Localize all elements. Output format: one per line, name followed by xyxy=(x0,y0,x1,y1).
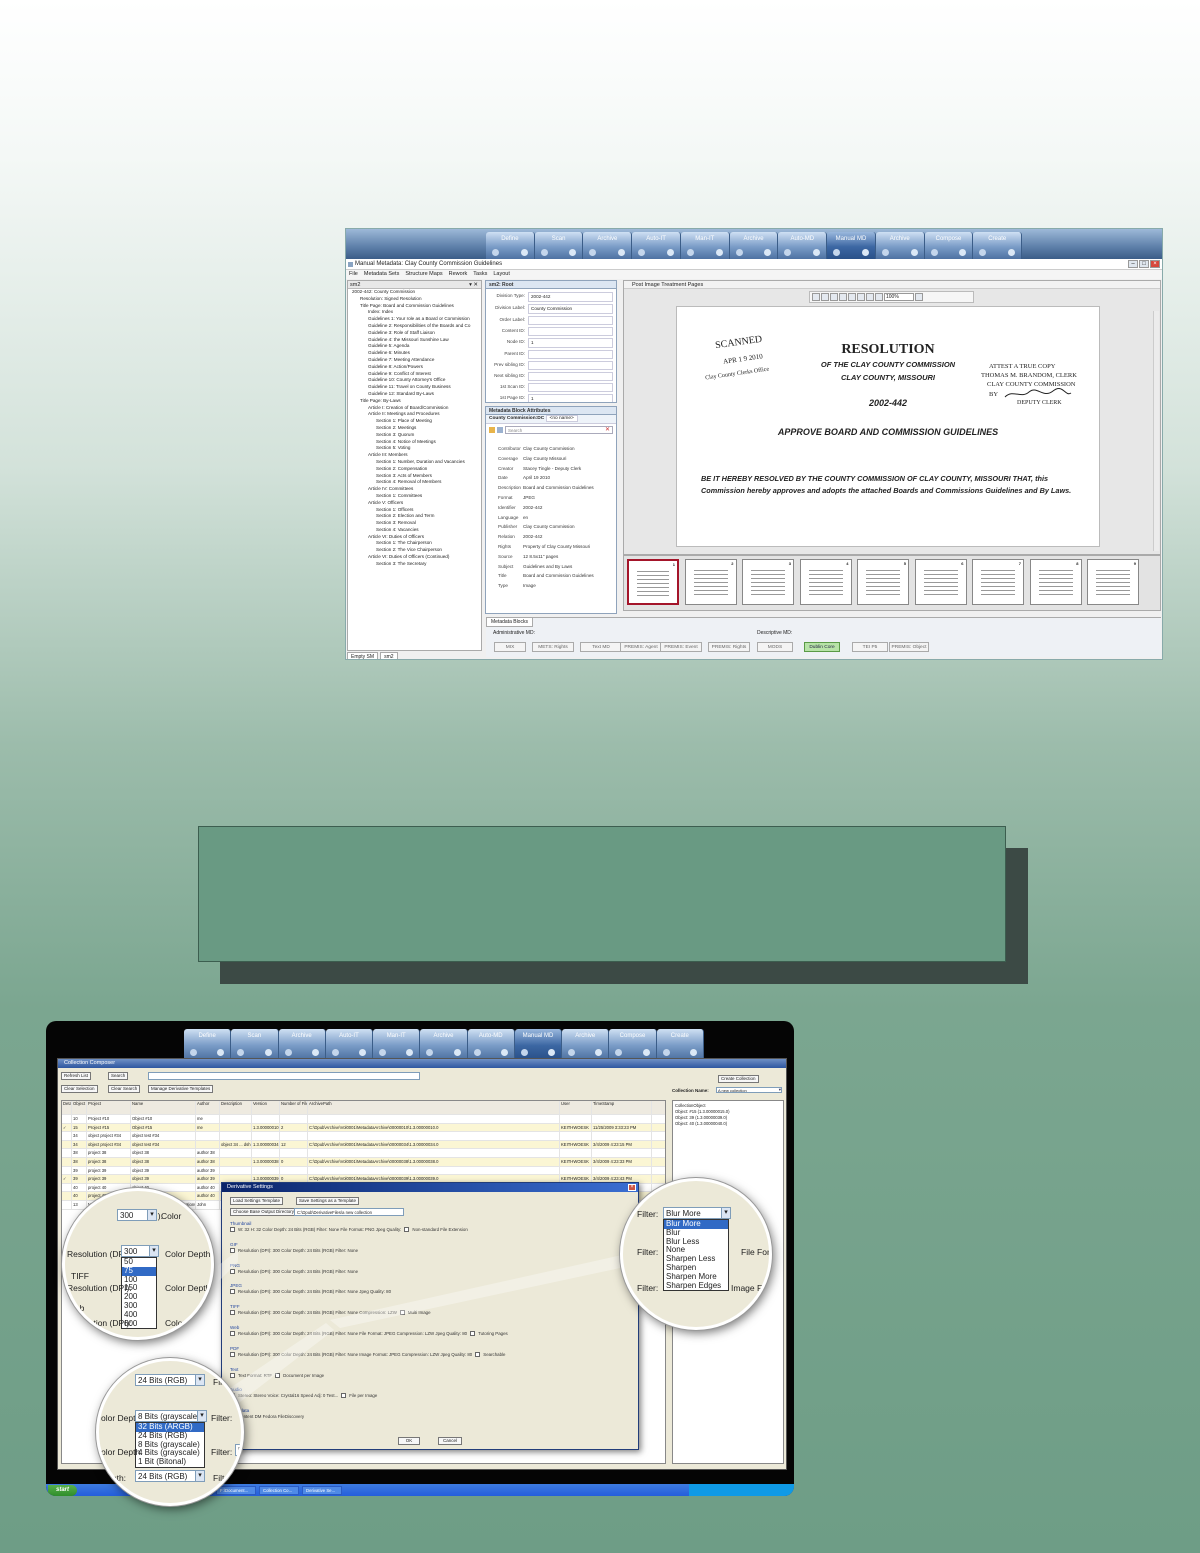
zoom-filter: Filter: Blur More ▾ Blur More Blur Blur Les… xyxy=(620,1178,772,1330)
dropdown-option[interactable]: 1 Bit (Bitonal) xyxy=(136,1457,204,1467)
zoom-color-depth: h: 24 Bits (RGB) ▾ Filter: olor Depth: 8 … xyxy=(96,1358,244,1506)
color-depth-dropdown[interactable]: 32 Bits (ARGB) 24 Bits (RGB) 8 Bits (grays… xyxy=(135,1422,205,1468)
dropdown-option[interactable]: Sharpen Edges xyxy=(664,1281,728,1291)
dpi-select[interactable]: 300 ▾ xyxy=(121,1245,159,1257)
filter-select[interactable]: Blur More ▾ xyxy=(663,1207,731,1219)
filter-dropdown[interactable]: Blur More Blur Blur Less None Sharpen Less Sh… xyxy=(663,1219,729,1292)
zoom-dpi: (DPI): 300▾ Color Resolution (DPI): 300▾… xyxy=(62,1188,214,1340)
color-depth-select[interactable]: 8 Bits (grayscale) ▾ xyxy=(135,1410,207,1422)
